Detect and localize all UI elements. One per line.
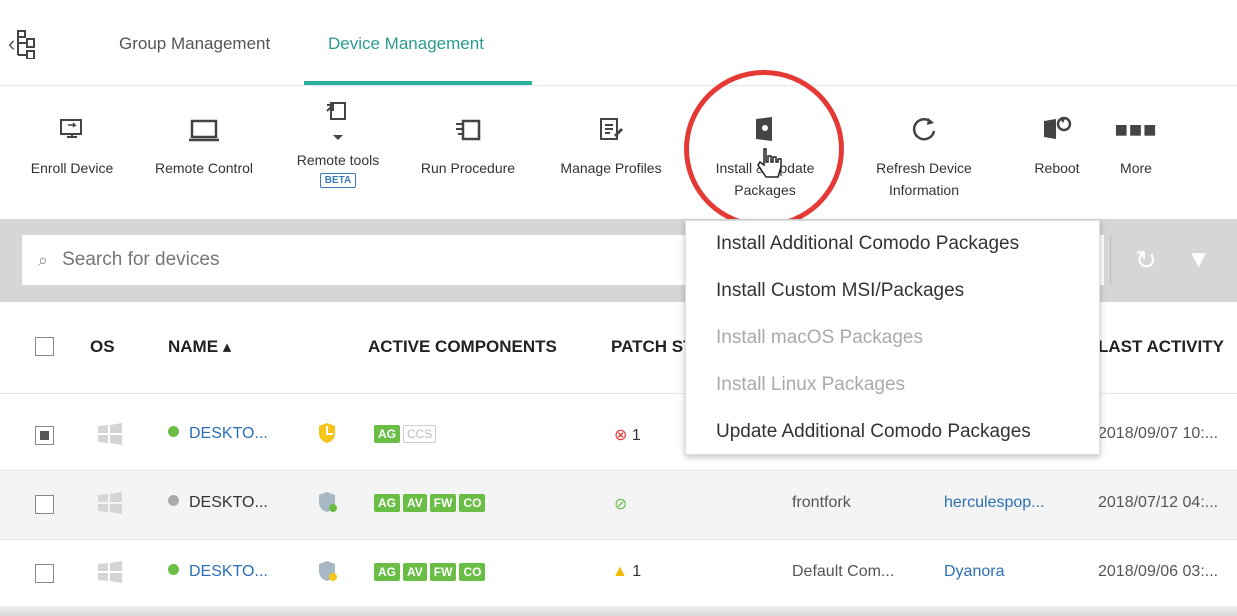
enroll-device-button[interactable]: Enroll Device — [22, 87, 122, 219]
warning-icon: ▲ — [612, 563, 628, 580]
shield-warning-icon — [318, 422, 336, 449]
active-tab-indicator — [304, 81, 532, 85]
component-badge: CO — [459, 494, 486, 512]
device-name-link[interactable]: DESKTO... — [189, 425, 268, 442]
menu-item-install-custom-msi[interactable]: Install Custom MSI/Packages — [716, 280, 964, 302]
ok-icon: ⊘ — [614, 496, 628, 513]
menu-item-install-additional-comodo[interactable]: Install Additional Comodo Packages — [716, 233, 1019, 255]
run-procedure-icon — [456, 119, 481, 141]
reboot-button[interactable]: Reboot — [1020, 87, 1094, 219]
select-all-checkbox[interactable] — [35, 337, 54, 356]
shield-ok-icon — [318, 491, 338, 518]
customer: frontfork — [792, 494, 851, 511]
toolbar: Enroll Device Remote Control Remote tool… — [0, 87, 1237, 219]
filter-icon[interactable]: ▼ — [1187, 246, 1211, 274]
tab-device-management[interactable]: Device Management — [328, 34, 484, 54]
column-name[interactable]: NAME ▴ — [168, 337, 231, 357]
install-packages-dropdown: Install Additional Comodo Packages Insta… — [685, 220, 1100, 455]
component-badge: CO — [459, 563, 486, 581]
laptop-icon — [189, 119, 219, 142]
table-row[interactable]: DESKTO... AG AV FW CO ⊘ frontfork herculesp… — [0, 471, 1237, 540]
menu-item-install-macos: Install macOS Packages — [716, 327, 923, 348]
component-badge: AG — [374, 425, 400, 443]
windows-icon — [98, 561, 122, 588]
status-online-icon — [168, 426, 179, 437]
manage-profiles-icon — [600, 118, 623, 140]
component-badge: AG — [374, 494, 400, 512]
refresh-icon — [912, 118, 936, 141]
column-os[interactable]: OS — [90, 337, 115, 357]
component-badge-inactive: CCS — [403, 425, 437, 443]
windows-icon — [98, 423, 122, 450]
more-button[interactable]: ■■■ More — [1106, 87, 1166, 219]
column-last-activity[interactable]: LAST ACTIVITY — [1098, 337, 1224, 357]
row-checkbox[interactable] — [35, 564, 54, 583]
search-icon: ⌕ — [38, 249, 49, 270]
remote-tools-icon — [326, 102, 346, 140]
run-procedure-button[interactable]: Run Procedure — [412, 87, 524, 219]
page-edge — [0, 606, 1237, 616]
component-badge: AG — [374, 563, 400, 581]
refresh-list-icon[interactable]: ↻ — [1135, 245, 1157, 276]
device-name-link[interactable]: DESKTO... — [189, 494, 268, 511]
tab-group-management[interactable]: Group Management — [119, 34, 270, 54]
row-checkbox[interactable] — [35, 426, 54, 445]
user-link[interactable]: Dyanora — [944, 563, 1004, 581]
menu-item-update-additional-comodo[interactable]: Update Additional Comodo Packages — [716, 421, 1031, 443]
back-tree-button[interactable]: ‹ — [8, 24, 58, 64]
table-row[interactable]: DESKTO... AG AV FW CO ▲ 1 Default Com... Dy… — [0, 540, 1237, 609]
customer: Default Com... — [792, 563, 895, 580]
manage-profiles-button[interactable]: Manage Profiles — [548, 87, 674, 219]
column-patch-status[interactable]: PATCH ST — [611, 337, 693, 357]
remote-tools-button[interactable]: Remote tools BETA — [286, 87, 390, 219]
user-link[interactable]: herculespop... — [944, 494, 1045, 512]
windows-icon — [98, 492, 122, 519]
status-offline-icon — [168, 495, 179, 506]
enroll-device-icon — [60, 119, 82, 138]
component-badge: FW — [429, 494, 457, 512]
chevron-left-icon: ‹ — [8, 31, 16, 56]
reboot-icon — [1044, 116, 1072, 139]
component-badge: AV — [403, 563, 427, 581]
column-active-components[interactable]: ACTIVE COMPONENTS — [368, 337, 557, 357]
ellipsis-icon: ■■■ — [1114, 117, 1158, 142]
last-activity: 2018/09/07 10:... — [1098, 425, 1219, 442]
remote-control-button[interactable]: Remote Control — [144, 87, 264, 219]
component-badge: FW — [429, 563, 457, 581]
menu-item-install-linux: Install Linux Packages — [716, 374, 906, 395]
highlight-circle — [684, 70, 844, 228]
last-activity: 2018/09/06 03:... — [1098, 563, 1219, 580]
status-online-icon — [168, 564, 179, 575]
beta-badge: BETA — [319, 173, 357, 188]
tab-bar: ‹ Group Management Device Management — [0, 0, 1237, 86]
refresh-device-information-button[interactable]: Refresh Device Information — [862, 87, 986, 219]
component-badge: AV — [403, 494, 427, 512]
shield-pending-icon — [318, 560, 338, 587]
row-checkbox[interactable] — [35, 495, 54, 514]
tree-icon — [17, 30, 36, 59]
last-activity: 2018/07/12 04:... — [1098, 494, 1219, 511]
device-name-link[interactable]: DESKTO... — [189, 563, 268, 580]
error-icon: ⊗ — [614, 427, 628, 444]
